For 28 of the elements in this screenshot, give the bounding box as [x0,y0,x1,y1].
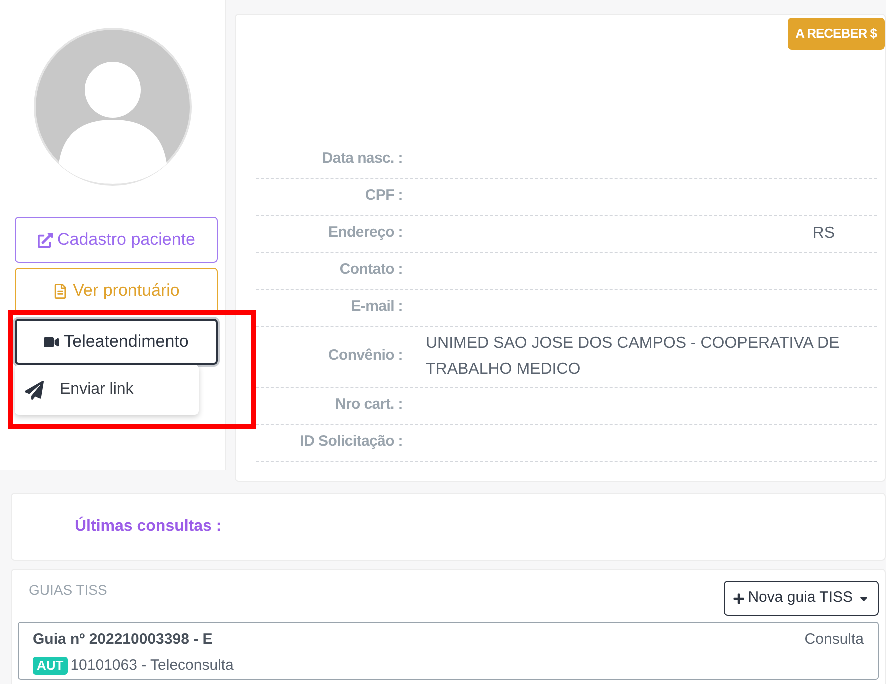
paper-plane-icon [25,380,44,400]
guide-type: Consulta [804,630,864,650]
receivable-badge: A RECEBER $ [788,18,885,50]
field-label: Nro cart. : [334,395,403,416]
field-label: Contato : [338,260,403,280]
field-label: Endereço : [327,223,403,244]
field-label: ID Solicitação : [299,432,403,452]
document-icon [53,284,68,298]
dropdown-item[interactable]: Enviar link [15,378,199,402]
sidebar-button[interactable]: Teleatendimento [15,319,218,365]
field-label: Data nasc. : [321,149,403,170]
recent-visits-label: Últimas consultas : [75,516,222,537]
new-guide-button[interactable]: Nova guia TISS [724,581,879,616]
plus-icon [733,592,746,604]
field-label: E-mail : [350,297,403,318]
field-label: CPF : [364,186,403,206]
field-label: Convênio : [328,346,403,366]
section-title: GUIAS TISS [29,581,108,600]
field-value: RS [812,224,835,244]
field-value: UNIMED SAO JOSE DOS CAMPOS - COOPERATIVA DE TRABALHO MEDICO [426,334,841,380]
video-camera-icon [44,334,60,350]
guide-title: Guia nº 202210003398 - E [33,630,214,650]
avatar-silhouette-icon [34,28,192,186]
sidebar-button[interactable]: Cadastro paciente [15,217,218,263]
guide-row[interactable]: Guia nº 202210003398 - E AUT 10101063 - Teleconsulta Consulta [18,622,879,680]
external-link-icon [38,232,52,248]
procedure-text: 10101063 - Teleconsulta [70,656,234,676]
status-badge: AUT [33,656,68,675]
